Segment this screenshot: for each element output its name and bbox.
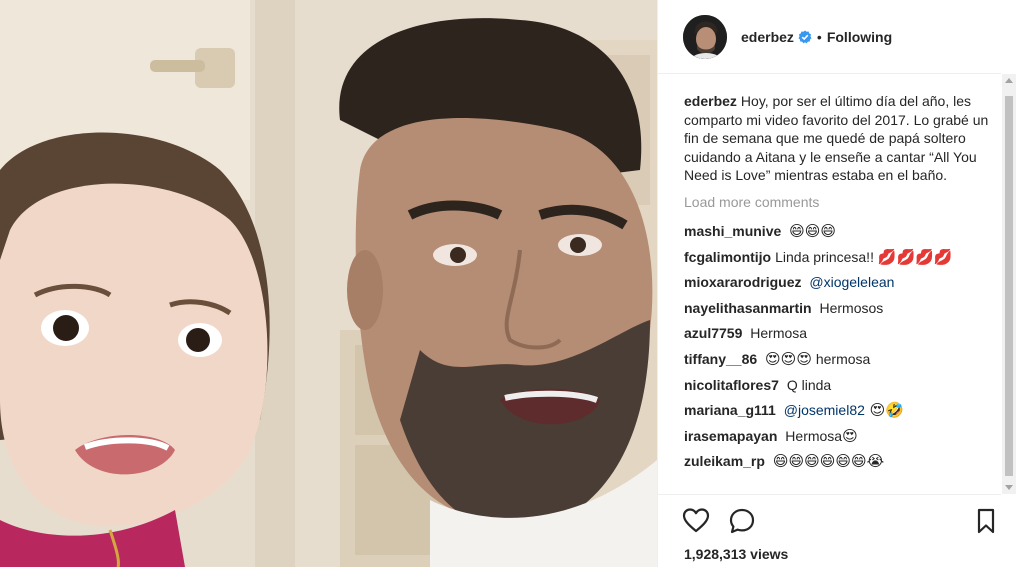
comment-emoji: 😄😄😄 (789, 222, 837, 240)
comment-username[interactable]: mioxararodriguez (684, 274, 801, 290)
scrollbar-thumb[interactable] (1005, 96, 1013, 476)
avatar-image (683, 14, 727, 59)
comment-emoji: 😍😍😍 (765, 349, 812, 368)
comment-username[interactable]: zuleikam_rp (684, 453, 765, 469)
caption-username[interactable]: ederbez (684, 93, 737, 109)
comment-row: mashi_munive 😄😄😄 (684, 219, 992, 245)
avatar[interactable] (683, 14, 727, 59)
comment-username[interactable]: irasemapayan (684, 428, 777, 444)
comment-username[interactable]: mashi_munive (684, 223, 781, 239)
comment-emoji: 😍🤣 (864, 401, 904, 420)
scroll-up-arrow-icon[interactable] (1005, 78, 1013, 83)
comment-row: mioxararodriguez @xiogelelean (684, 270, 992, 296)
comment-row: irasemapayan Hermosa😍 (684, 424, 992, 450)
comment-text: hermosa (811, 350, 871, 367)
caption: ederbez Hoy, por ser el último día del añ… (684, 92, 992, 185)
comment-username[interactable]: fcgalimontijo (684, 249, 771, 265)
comment-emoji: 😍 (842, 426, 858, 445)
comment-row: tiffany__86 😍😍😍 hermosa (684, 347, 992, 373)
comment-username[interactable]: nicolitaflores7 (684, 377, 779, 393)
separator-dot: • (816, 28, 822, 45)
comment-emoji: 💋💋💋💋 (877, 247, 953, 266)
comments-list: ederbez Hoy, por ser el último día del añ… (684, 92, 992, 494)
comments-scrollbar[interactable] (1002, 74, 1016, 494)
comment-row: zuleikam_rp 😄😄😄😄😄😄😭 (684, 449, 992, 475)
heart-icon[interactable] (682, 507, 710, 535)
following-button[interactable]: Following (827, 29, 892, 45)
comment-username[interactable]: azul7759 (684, 325, 742, 341)
comment-icon[interactable] (728, 507, 756, 535)
comment-row: azul7759 Hermosa (684, 321, 992, 347)
scroll-down-arrow-icon[interactable] (1005, 485, 1013, 490)
header-username[interactable]: ederbez (741, 29, 794, 45)
comment-username[interactable]: mariana_g111 (684, 402, 776, 418)
bookmark-icon[interactable] (972, 507, 1000, 535)
comment-text: Q linda (786, 376, 832, 393)
comment-row: nayelithasanmartin Hermosos (684, 296, 992, 322)
post-actions: 1,928,313 views (658, 494, 1001, 567)
verified-badge-icon (798, 30, 812, 44)
post-header: ederbez • Following (658, 0, 1001, 74)
comment-text: Linda princesa!! (775, 248, 878, 265)
comment-row: nicolitaflores7 Q linda (684, 373, 992, 399)
view-count: 1,928,313 views (684, 546, 789, 562)
comment-text: Hermosa (750, 325, 808, 342)
post-media[interactable] (0, 0, 657, 567)
comment-username[interactable]: nayelithasanmartin (684, 300, 812, 316)
comment-row: fcgalimontijo Linda princesa!! 💋💋💋💋 (684, 245, 992, 271)
comment-text: Hermosa (785, 427, 843, 444)
comment-row: mariana_g111 @josemiel82 😍🤣 (684, 398, 992, 424)
video-frame (0, 0, 657, 567)
comment-mention-link[interactable]: @xiogelelean (809, 274, 894, 290)
comment-username[interactable]: tiffany__86 (684, 351, 757, 367)
comment-text: Hermosos (819, 299, 884, 316)
load-more-comments-link[interactable]: Load more comments (684, 193, 992, 212)
post-sidebar: ederbez • Following ederbez Hoy, por ser … (657, 0, 1016, 567)
comment-emoji: 😄😄😄😄😄😄😭 (772, 452, 885, 471)
comment-mention-link[interactable]: @josemiel82 (784, 402, 865, 418)
